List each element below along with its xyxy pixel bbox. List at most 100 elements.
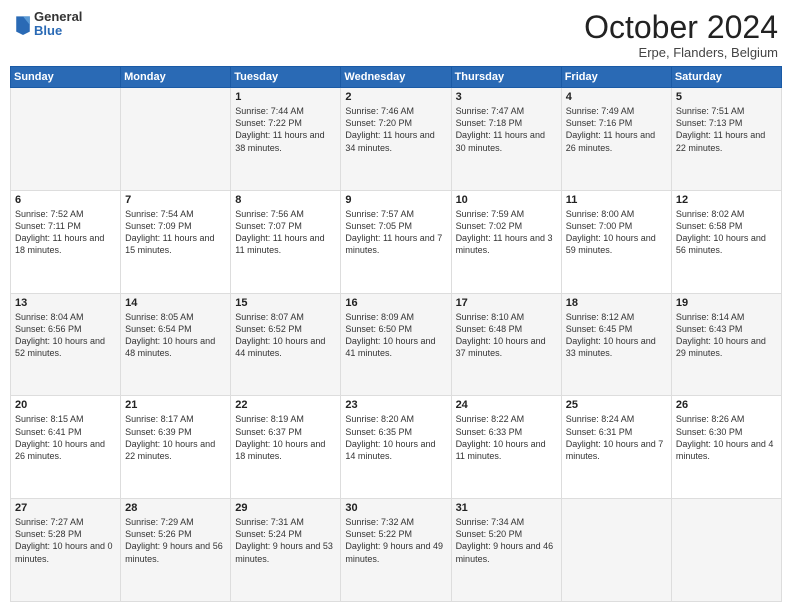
- day-number: 31: [456, 502, 557, 514]
- day-number: 25: [566, 399, 667, 411]
- week-row-2: 6 Sunrise: 7:52 AM Sunset: 7:11 PM Daylig…: [11, 190, 782, 293]
- day-info: Sunrise: 8:04 AM Sunset: 6:56 PM Dayligh…: [15, 311, 116, 360]
- day-number: 7: [125, 194, 226, 206]
- header: General Blue October 2024 Erpe, Flanders…: [10, 10, 782, 60]
- cell-w2-d2: 7 Sunrise: 7:54 AM Sunset: 7:09 PM Daylig…: [121, 190, 231, 293]
- day-info: Sunrise: 7:29 AM Sunset: 5:26 PM Dayligh…: [125, 516, 226, 565]
- cell-w4-d1: 20Sunrise: 8:15 AM Sunset: 6:41 PM Dayli…: [11, 396, 121, 499]
- day-info: Sunrise: 7:59 AM Sunset: 7:02 PM Dayligh…: [456, 208, 557, 257]
- cell-w1-d5: 3Sunrise: 7:47 AM Sunset: 7:18 PM Daylig…: [451, 88, 561, 191]
- day-number: 28: [125, 502, 226, 514]
- day-number: 19: [676, 297, 777, 309]
- cell-w1-d2: [121, 88, 231, 191]
- cell-w3-d1: 13Sunrise: 8:04 AM Sunset: 6:56 PM Dayli…: [11, 293, 121, 396]
- cell-w5-d3: 29Sunrise: 7:31 AM Sunset: 5:24 PM Dayli…: [231, 499, 341, 602]
- cell-w2-d6: 11Sunrise: 8:00 AM Sunset: 7:00 PM Dayli…: [561, 190, 671, 293]
- day-info: Sunrise: 7:56 AM Sunset: 7:07 PM Dayligh…: [235, 208, 336, 257]
- day-number: 21: [125, 399, 226, 411]
- cell-w2-d3: 8 Sunrise: 7:56 AM Sunset: 7:07 PM Daylig…: [231, 190, 341, 293]
- day-info: Sunrise: 8:12 AM Sunset: 6:45 PM Dayligh…: [566, 311, 667, 360]
- cell-w3-d7: 19 Sunrise: 8:14 AM Sunset: 6:43 PM Dayli…: [671, 293, 781, 396]
- cell-w2-d1: 6 Sunrise: 7:52 AM Sunset: 7:11 PM Daylig…: [11, 190, 121, 293]
- day-number: 27: [15, 502, 116, 514]
- day-number: 8: [235, 194, 336, 206]
- col-monday: Monday: [121, 67, 231, 88]
- day-number: 26: [676, 399, 777, 411]
- cell-w3-d2: 14 Sunrise: 8:05 AM Sunset: 6:54 PM Dayli…: [121, 293, 231, 396]
- week-row-3: 13Sunrise: 8:04 AM Sunset: 6:56 PM Dayli…: [11, 293, 782, 396]
- day-number: 9: [345, 194, 446, 206]
- day-info: Sunrise: 8:07 AM Sunset: 6:52 PM Dayligh…: [235, 311, 336, 360]
- day-info: Sunrise: 7:49 AM Sunset: 7:16 PM Dayligh…: [566, 105, 667, 154]
- day-number: 29: [235, 502, 336, 514]
- col-thursday: Thursday: [451, 67, 561, 88]
- day-info: Sunrise: 8:19 AM Sunset: 6:37 PM Dayligh…: [235, 413, 336, 462]
- cell-w2-d5: 10Sunrise: 7:59 AM Sunset: 7:02 PM Dayli…: [451, 190, 561, 293]
- cell-w4-d2: 21 Sunrise: 8:17 AM Sunset: 6:39 PM Dayli…: [121, 396, 231, 499]
- day-number: 24: [456, 399, 557, 411]
- cell-w4-d5: 24 Sunrise: 8:22 AM Sunset: 6:33 PM Dayli…: [451, 396, 561, 499]
- cell-w3-d6: 18 Sunrise: 8:12 AM Sunset: 6:45 PM Dayli…: [561, 293, 671, 396]
- day-info: Sunrise: 7:51 AM Sunset: 7:13 PM Dayligh…: [676, 105, 777, 154]
- col-sunday: Sunday: [11, 67, 121, 88]
- cell-w3-d4: 16 Sunrise: 8:09 AM Sunset: 6:50 PM Dayli…: [341, 293, 451, 396]
- cell-w4-d3: 22 Sunrise: 8:19 AM Sunset: 6:37 PM Dayli…: [231, 396, 341, 499]
- header-row: Sunday Monday Tuesday Wednesday Thursday…: [11, 67, 782, 88]
- logo-blue-text: Blue: [34, 24, 82, 38]
- cell-w4-d7: 26 Sunrise: 8:26 AM Sunset: 6:30 PM Dayli…: [671, 396, 781, 499]
- cell-w2-d7: 12 Sunrise: 8:02 AM Sunset: 6:58 PM Dayli…: [671, 190, 781, 293]
- col-friday: Friday: [561, 67, 671, 88]
- day-number: 3: [456, 91, 557, 103]
- calendar-location: Erpe, Flanders, Belgium: [584, 45, 778, 60]
- day-info: Sunrise: 7:46 AM Sunset: 7:20 PM Dayligh…: [345, 105, 446, 154]
- calendar-title: October 2024: [584, 10, 778, 45]
- day-info: Sunrise: 8:26 AM Sunset: 6:30 PM Dayligh…: [676, 413, 777, 462]
- day-info: Sunrise: 7:52 AM Sunset: 7:11 PM Dayligh…: [15, 208, 116, 257]
- day-number: 5: [676, 91, 777, 103]
- day-number: 15: [235, 297, 336, 309]
- day-info: Sunrise: 8:22 AM Sunset: 6:33 PM Dayligh…: [456, 413, 557, 462]
- cell-w3-d5: 17Sunrise: 8:10 AM Sunset: 6:48 PM Dayli…: [451, 293, 561, 396]
- day-info: Sunrise: 8:17 AM Sunset: 6:39 PM Dayligh…: [125, 413, 226, 462]
- day-info: Sunrise: 7:57 AM Sunset: 7:05 PM Dayligh…: [345, 208, 446, 257]
- day-info: Sunrise: 7:27 AM Sunset: 5:28 PM Dayligh…: [15, 516, 116, 565]
- day-info: Sunrise: 8:09 AM Sunset: 6:50 PM Dayligh…: [345, 311, 446, 360]
- day-info: Sunrise: 8:05 AM Sunset: 6:54 PM Dayligh…: [125, 311, 226, 360]
- col-wednesday: Wednesday: [341, 67, 451, 88]
- day-info: Sunrise: 7:54 AM Sunset: 7:09 PM Dayligh…: [125, 208, 226, 257]
- day-number: 14: [125, 297, 226, 309]
- day-number: 12: [676, 194, 777, 206]
- cell-w1-d4: 2 Sunrise: 7:46 AM Sunset: 7:20 PM Daylig…: [341, 88, 451, 191]
- day-number: 30: [345, 502, 446, 514]
- title-block: October 2024 Erpe, Flanders, Belgium: [584, 10, 778, 60]
- cell-w5-d5: 31Sunrise: 7:34 AM Sunset: 5:20 PM Dayli…: [451, 499, 561, 602]
- day-number: 22: [235, 399, 336, 411]
- cell-w1-d6: 4 Sunrise: 7:49 AM Sunset: 7:16 PM Daylig…: [561, 88, 671, 191]
- day-number: 23: [345, 399, 446, 411]
- col-tuesday: Tuesday: [231, 67, 341, 88]
- day-info: Sunrise: 8:14 AM Sunset: 6:43 PM Dayligh…: [676, 311, 777, 360]
- day-info: Sunrise: 8:02 AM Sunset: 6:58 PM Dayligh…: [676, 208, 777, 257]
- cell-w3-d3: 15 Sunrise: 8:07 AM Sunset: 6:52 PM Dayli…: [231, 293, 341, 396]
- logo: General Blue: [14, 10, 82, 39]
- page: General Blue October 2024 Erpe, Flanders…: [0, 0, 792, 612]
- day-info: Sunrise: 8:24 AM Sunset: 6:31 PM Dayligh…: [566, 413, 667, 462]
- logo-icon: [14, 13, 32, 35]
- day-number: 6: [15, 194, 116, 206]
- calendar-table: Sunday Monday Tuesday Wednesday Thursday…: [10, 66, 782, 602]
- day-number: 16: [345, 297, 446, 309]
- col-saturday: Saturday: [671, 67, 781, 88]
- day-info: Sunrise: 8:00 AM Sunset: 7:00 PM Dayligh…: [566, 208, 667, 257]
- week-row-5: 27 Sunrise: 7:27 AM Sunset: 5:28 PM Dayli…: [11, 499, 782, 602]
- day-number: 1: [235, 91, 336, 103]
- week-row-4: 20Sunrise: 8:15 AM Sunset: 6:41 PM Dayli…: [11, 396, 782, 499]
- cell-w4-d4: 23Sunrise: 8:20 AM Sunset: 6:35 PM Dayli…: [341, 396, 451, 499]
- cell-w5-d4: 30Sunrise: 7:32 AM Sunset: 5:22 PM Dayli…: [341, 499, 451, 602]
- day-number: 2: [345, 91, 446, 103]
- cell-w5-d6: [561, 499, 671, 602]
- day-number: 18: [566, 297, 667, 309]
- day-number: 4: [566, 91, 667, 103]
- cell-w1-d7: 5 Sunrise: 7:51 AM Sunset: 7:13 PM Daylig…: [671, 88, 781, 191]
- day-number: 17: [456, 297, 557, 309]
- cell-w5-d1: 27 Sunrise: 7:27 AM Sunset: 5:28 PM Dayli…: [11, 499, 121, 602]
